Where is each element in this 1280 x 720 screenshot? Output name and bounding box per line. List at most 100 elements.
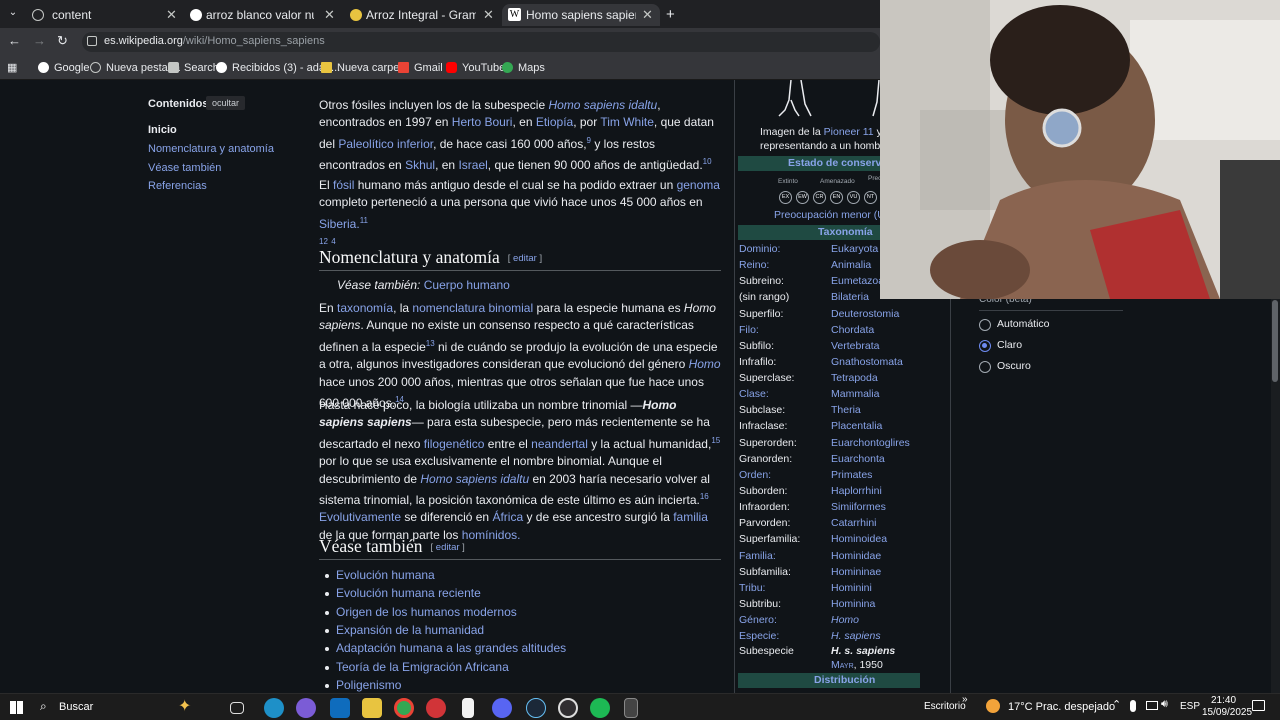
ref-15[interactable]: 15 <box>711 436 720 445</box>
taxonomy-value-link[interactable]: Gnathostomata <box>831 354 903 370</box>
taxonomy-value-link[interactable]: Eumetazoa <box>831 273 884 289</box>
link-paleolitico[interactable]: Paleolítico inferior <box>338 137 433 151</box>
microphone-icon[interactable] <box>1130 700 1136 712</box>
edit-section-button[interactable]: [ editar ] <box>431 542 465 553</box>
desktop-label[interactable]: Escritorio <box>924 701 966 712</box>
toc-item-referencias[interactable]: Referencias <box>148 180 207 192</box>
clock-time[interactable]: 21:40 <box>1211 695 1236 706</box>
calculator-icon[interactable] <box>624 698 638 718</box>
site-info-icon[interactable] <box>87 36 97 46</box>
chrome-icon[interactable] <box>394 698 414 718</box>
tab-arroz-blanco[interactable]: arroz blanco valor nutricional - ✕ <box>186 4 336 26</box>
link-africa[interactable]: África <box>492 510 523 524</box>
notepad-icon[interactable] <box>462 698 474 718</box>
link-filogenetico[interactable]: filogenético <box>424 437 485 451</box>
taxonomy-value-link[interactable]: Euarchontoglires <box>831 435 910 451</box>
taxonomy-value-link[interactable]: Euarchonta <box>831 451 885 467</box>
close-icon[interactable]: ✕ <box>166 4 177 26</box>
taxonomy-value-link[interactable]: Chordata <box>831 322 874 338</box>
forward-arrow-icon[interactable]: → <box>33 33 46 48</box>
radio-circle-selected[interactable] <box>979 340 991 352</box>
list-item[interactable]: Teoría de la Emigración Africana <box>325 659 509 676</box>
bookmark-folder[interactable]: Nueva carpeta <box>321 60 409 76</box>
network-icon[interactable] <box>1146 701 1158 710</box>
taxonomy-value-link[interactable]: Hominina <box>831 596 875 612</box>
taxonomy-value-link[interactable]: Placentalia <box>831 418 882 434</box>
apps-grid-icon[interactable]: ▦ <box>7 61 17 74</box>
taxonomy-value-link[interactable]: Primates <box>831 467 872 483</box>
link-genoma[interactable]: genoma <box>677 178 720 192</box>
taxonomy-rank[interactable]: Reino: <box>739 257 769 273</box>
toc-hide-button[interactable]: ocultar <box>206 96 246 110</box>
obs-icon[interactable] <box>558 698 578 718</box>
list-item[interactable]: Origen de los humanos modernos <box>325 604 517 621</box>
taxonomy-value-link[interactable]: Hominini <box>831 580 872 596</box>
bookmark-google[interactable]: Google <box>38 60 89 76</box>
taxonomy-value-link[interactable]: Haplorrhini <box>831 483 882 499</box>
close-icon[interactable]: ✕ <box>483 4 494 26</box>
windows-start-icon[interactable] <box>10 701 23 714</box>
link-pioneer[interactable]: Pioneer 11 <box>824 126 874 138</box>
radio-circle[interactable] <box>979 319 991 331</box>
list-item[interactable]: Evolución humana <box>325 567 435 584</box>
weather-text[interactable]: 17°C Prac. despejado <box>1008 701 1115 713</box>
bookmark-maps[interactable]: Maps <box>502 60 545 76</box>
link-etiopia[interactable]: Etiopía <box>536 115 573 129</box>
explorer-icon[interactable] <box>362 698 382 718</box>
taxonomy-rank[interactable]: Especie: <box>739 628 779 644</box>
link-nomenclatura-binomial[interactable]: nomenclatura binomial <box>412 301 533 315</box>
toc-item-inicio[interactable]: Inicio <box>148 124 177 136</box>
toc-item-vease[interactable]: Véase también <box>148 162 221 174</box>
ref-4[interactable]: 4 <box>331 237 335 246</box>
edit-section-button[interactable]: [ editar ] <box>508 253 542 264</box>
ref-13[interactable]: 13 <box>426 339 435 348</box>
bookmark-youtube[interactable]: YouTube <box>446 60 505 76</box>
taxonomy-value-link[interactable]: Hominidae <box>831 548 881 564</box>
scrollbar-thumb[interactable] <box>1272 300 1278 382</box>
list-item[interactable]: Adaptación humana a las grandes altitude… <box>324 640 566 657</box>
taxonomy-value-link[interactable]: Homo <box>831 612 859 628</box>
battery-icon[interactable] <box>1160 702 1161 703</box>
bookmark-new-tab[interactable]: Nueva pestaña <box>90 60 180 76</box>
taxonomy-value-link[interactable]: Homininae <box>831 564 881 580</box>
taxonomy-rank[interactable]: Orden: <box>739 467 771 483</box>
taxonomy-value-link[interactable]: H. sapiens <box>831 628 881 644</box>
link-herto-bouri[interactable]: Herto Bouri <box>452 115 513 129</box>
close-icon[interactable]: ✕ <box>642 4 653 26</box>
tab-homo-sapiens[interactable]: W Homo sapiens sapiens - Wikipe ✕ <box>502 4 660 26</box>
link-tim-white[interactable]: Tim White <box>600 115 654 129</box>
address-bar[interactable]: es.wikipedia.org/wiki/Homo_sapiens_sapie… <box>82 32 880 52</box>
link-mayr[interactable]: Mayr <box>831 659 854 671</box>
link-homo[interactable]: Homo <box>689 357 721 371</box>
link-familia[interactable]: familia <box>673 510 708 524</box>
clock-date[interactable]: 15/09/2025 <box>1202 707 1252 718</box>
taxonomy-value-link[interactable]: Theria <box>831 402 861 418</box>
link-siberia[interactable]: Siberia. <box>319 217 360 231</box>
taskbar-search[interactable]: Buscar <box>59 701 93 713</box>
bookmark-search[interactable]: Search <box>168 60 219 76</box>
back-arrow-icon[interactable]: ← <box>8 33 21 48</box>
taxonomy-value-link[interactable]: Eukaryota <box>831 241 878 257</box>
steam-icon[interactable] <box>526 698 546 718</box>
list-item[interactable]: Evolución humana reciente <box>325 585 481 602</box>
task-view-icon[interactable] <box>230 702 244 714</box>
taxonomy-value-link[interactable]: Bilateria <box>831 289 869 305</box>
ref-10[interactable]: 10 <box>703 157 712 166</box>
pdf-icon[interactable] <box>426 698 446 718</box>
chevron-right-icon[interactable]: » <box>962 694 968 705</box>
taxonomy-value-link[interactable]: Animalia <box>831 257 871 273</box>
speaker-icon[interactable]: 🔊︎ <box>1161 698 1168 711</box>
tab-search-button[interactable]: ⌄ <box>6 6 20 20</box>
ref-16[interactable]: 16 <box>700 492 709 501</box>
new-tab-button[interactable]: + <box>666 4 678 26</box>
taxonomy-value-link[interactable]: Tetrapoda <box>831 370 878 386</box>
outlook-icon[interactable] <box>330 698 350 718</box>
taxonomy-value-link[interactable]: Hominoidea <box>831 531 887 547</box>
toc-item-nomenclatura[interactable]: Nomenclatura y anatomía <box>148 143 274 155</box>
ref-11[interactable]: 11 <box>360 216 368 225</box>
reload-icon[interactable]: ↻ <box>57 33 68 49</box>
tab-arroz-integral[interactable]: Arroz Integral - Gramos (100g) ✕ <box>346 4 496 26</box>
distribution-header[interactable]: Distribución <box>738 673 920 688</box>
link-cuerpo-humano[interactable]: Cuerpo humano <box>424 278 510 292</box>
spotify-icon[interactable] <box>590 698 610 718</box>
